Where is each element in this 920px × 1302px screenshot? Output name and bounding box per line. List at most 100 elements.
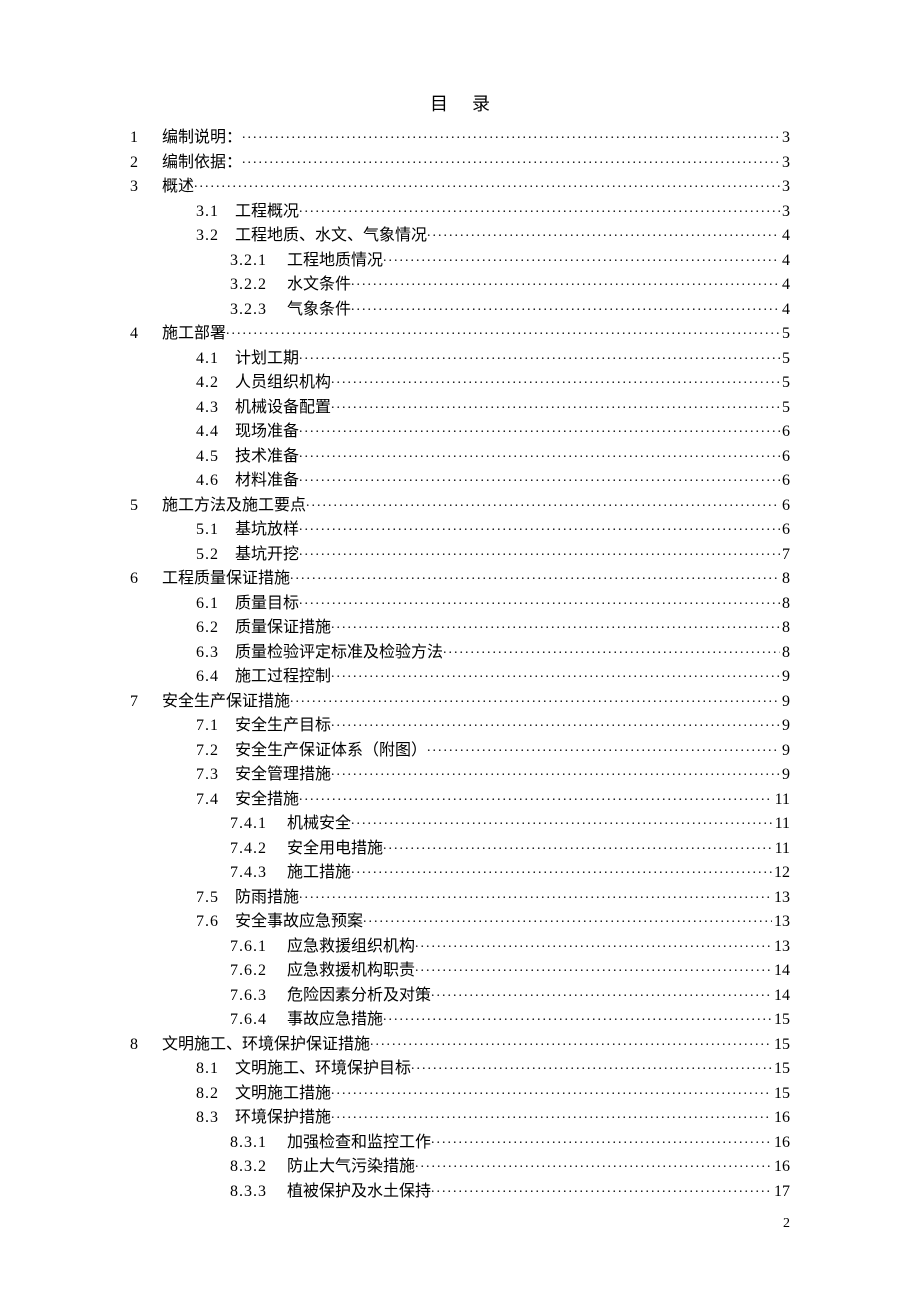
toc-chapter-number: 3 — [130, 175, 162, 200]
toc-entry: 7.1安全生产目标9 — [130, 714, 790, 739]
toc-page-ref: 9 — [780, 690, 790, 715]
toc-entry-text: 安全管理措施 — [235, 763, 331, 788]
toc-leader — [331, 1082, 772, 1098]
toc-entry-text: 工程质量保证措施 — [162, 567, 290, 592]
toc-entry: 4.5技术准备6 — [130, 445, 790, 470]
toc-entry: 6.2质量保证措施8 — [130, 616, 790, 641]
toc-chapter-number: 8 — [130, 1033, 162, 1058]
toc-page-ref: 8 — [780, 567, 790, 592]
toc-leader — [427, 739, 780, 755]
toc-entry-text: 环境保护措施 — [235, 1106, 331, 1131]
toc-leader — [331, 763, 780, 779]
toc-entry: 4.3机械设备配置5 — [130, 396, 790, 421]
toc-section-number: 8.3 — [196, 1106, 235, 1131]
toc-page-ref: 6 — [780, 445, 790, 470]
toc-leader — [299, 420, 780, 436]
toc-entry-text: 防止大气污染措施 — [287, 1155, 415, 1180]
toc-page-ref: 15 — [772, 1033, 790, 1058]
toc-page-ref: 3 — [780, 151, 790, 176]
toc-leader — [194, 175, 780, 191]
toc-leader — [226, 322, 780, 338]
toc-entry-text: 水文条件 — [287, 273, 351, 298]
toc-section-number: 4.1 — [196, 347, 235, 372]
toc-section-number: 7.4.2 — [230, 837, 287, 862]
toc-leader — [383, 249, 780, 265]
toc-entry-text: 安全措施 — [235, 788, 299, 813]
toc-page-ref: 13 — [772, 886, 790, 911]
toc-page-ref: 15 — [772, 1057, 790, 1082]
toc-page-ref: 3 — [780, 200, 790, 225]
toc-section-number: 7.6 — [196, 910, 235, 935]
toc-page-ref: 4 — [780, 273, 790, 298]
toc-page-ref: 11 — [773, 837, 790, 862]
toc-entry: 7.2安全生产保证体系（附图） 9 — [130, 739, 790, 764]
toc-leader — [331, 371, 780, 387]
toc-section-number: 8.3.3 — [230, 1180, 287, 1205]
toc-section-number: 3.2.3 — [230, 298, 287, 323]
toc-entry: 2编制依据：3 — [130, 151, 790, 176]
toc-entry: 7.4.2安全用电措施11 — [130, 837, 790, 862]
toc-page-ref: 3 — [780, 126, 790, 151]
toc-entry-text: 基坑开挖 — [235, 543, 299, 568]
toc-entry-text: 人员组织机构 — [235, 371, 331, 396]
toc-entry-text: 材料准备 — [235, 469, 299, 494]
toc-entry: 7.6安全事故应急预案13 — [130, 910, 790, 935]
toc-leader — [242, 126, 780, 142]
toc-leader — [431, 1180, 772, 1196]
toc-page-ref: 17 — [772, 1180, 790, 1205]
toc-section-number: 7.2 — [196, 739, 235, 764]
toc-page-ref: 8 — [780, 592, 790, 617]
toc-chapter-number: 6 — [130, 567, 162, 592]
toc-entry-text: 质量保证措施 — [235, 616, 331, 641]
toc-entry: 7.6.2应急救援机构职责14 — [130, 959, 790, 984]
toc-section-number: 6.3 — [196, 641, 235, 666]
toc-page-ref: 6 — [780, 420, 790, 445]
toc-entry: 8.3环境保护措施 16 — [130, 1106, 790, 1131]
toc-entry-text: 安全生产保证措施 — [162, 690, 290, 715]
toc-leader — [427, 224, 780, 240]
toc-leader — [306, 494, 780, 510]
toc-page-ref: 11 — [773, 812, 790, 837]
toc-entry-text: 计划工期 — [235, 347, 299, 372]
toc-entry-text: 安全生产保证体系（附图） — [235, 739, 427, 764]
toc-leader — [383, 1008, 772, 1024]
toc-leader — [431, 1131, 772, 1147]
toc-section-number: 7.3 — [196, 763, 235, 788]
toc-page-ref: 5 — [780, 396, 790, 421]
toc-leader — [415, 1155, 772, 1171]
toc-page-ref: 7 — [780, 543, 790, 568]
toc-leader — [415, 935, 772, 951]
toc-section-number: 7.6.2 — [230, 959, 287, 984]
toc-entry-text: 工程概况 — [235, 200, 299, 225]
toc-leader — [299, 445, 780, 461]
page-number: 2 — [783, 1216, 790, 1232]
toc-entry: 7.6.3危险因素分析及对策14 — [130, 984, 790, 1009]
toc-leader — [411, 1057, 772, 1073]
toc-page-ref: 16 — [772, 1131, 790, 1156]
toc-section-number: 8.2 — [196, 1082, 235, 1107]
toc-entry-text: 概述 — [162, 175, 194, 200]
toc-page-ref: 9 — [780, 739, 790, 764]
toc-entry-text: 施工措施 — [287, 861, 351, 886]
toc-chapter-number: 2 — [130, 151, 162, 176]
toc-page-ref: 16 — [772, 1106, 790, 1131]
toc-entry-text: 施工方法及施工要点 — [162, 494, 306, 519]
toc-chapter-number: 1 — [130, 126, 162, 151]
toc-page-ref: 14 — [772, 959, 790, 984]
toc-title: 目录 — [130, 90, 790, 116]
toc-page-ref: 9 — [780, 714, 790, 739]
toc-leader — [331, 665, 780, 681]
toc-entry: 8.3.1加强检查和监控工作16 — [130, 1131, 790, 1156]
toc-entry-text: 工程地质、水文、气象情况 — [235, 224, 427, 249]
toc-section-number: 4.2 — [196, 371, 235, 396]
toc-entry-text: 技术准备 — [235, 445, 299, 470]
toc-entry: 6.3质量检验评定标准及检验方法8 — [130, 641, 790, 666]
toc-page-ref: 5 — [780, 347, 790, 372]
toc-entry-text: 机械安全 — [287, 812, 351, 837]
toc-entry-text: 现场准备 — [235, 420, 299, 445]
toc-section-number: 4.6 — [196, 469, 235, 494]
toc-leader — [331, 616, 780, 632]
toc-entry-text: 基坑放样 — [235, 518, 299, 543]
toc-entry: 5.2基坑开挖7 — [130, 543, 790, 568]
toc-page-ref: 9 — [780, 763, 790, 788]
